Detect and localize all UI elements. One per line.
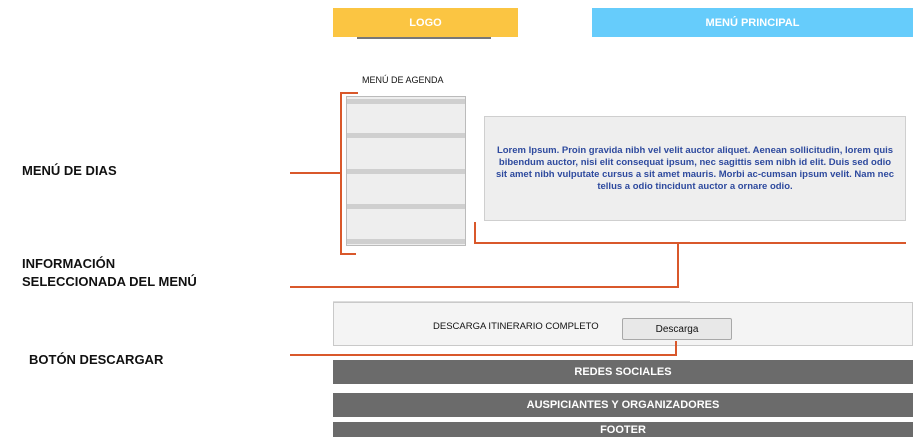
agenda-menu-title: MENÚ DE AGENDA <box>362 75 444 85</box>
callout-line-selected-info <box>290 286 679 288</box>
callout-bracket-bottom <box>340 253 356 255</box>
callout-line-days-menu <box>290 172 340 174</box>
download-button[interactable]: Descarga <box>622 318 732 340</box>
main-menu-bar[interactable]: MENÚ PRINCIPAL <box>592 8 913 37</box>
annotation-days-menu: MENÚ DE DIAS <box>22 163 117 178</box>
info-panel-text: Lorem Ipsum. Proin gravida nibh vel veli… <box>495 144 895 192</box>
selected-info-panel: Lorem Ipsum. Proin gravida nibh vel veli… <box>484 116 906 221</box>
download-label: DESCARGA ITINERARIO COMPLETO <box>433 321 599 332</box>
callout-line-download <box>290 354 677 356</box>
callout-connector-selected-info <box>677 242 679 288</box>
annotation-download-button: BOTÓN DESCARGAR <box>29 352 164 367</box>
callout-bracket-days-menu <box>340 92 342 254</box>
callout-connector-download <box>675 341 677 356</box>
callout-bracket-info-left <box>474 222 476 244</box>
agenda-menu[interactable] <box>346 96 466 246</box>
annotation-selected-info-line1: INFORMACIÓN <box>22 256 116 271</box>
agenda-menu-item-divider <box>347 133 465 138</box>
annotation-selected-info-line2: SELECCIONADA DEL MENÚ <box>22 274 197 289</box>
sponsors-bar[interactable]: AUSPICIANTES Y ORGANIZADORES <box>333 393 913 417</box>
annotation-selected-info: INFORMACIÓN SELECCIONADA DEL MENÚ <box>22 255 197 291</box>
social-bar[interactable]: REDES SOCIALES <box>333 360 913 384</box>
agenda-menu-item-divider <box>347 204 465 209</box>
agenda-menu-item-divider <box>347 239 465 244</box>
callout-bracket-top <box>340 92 358 94</box>
agenda-menu-item-divider <box>347 169 465 174</box>
agenda-menu-item-divider <box>347 99 465 104</box>
footer-bar: FOOTER <box>333 422 913 437</box>
logo-block[interactable]: LOGO <box>333 8 518 37</box>
logo-underline <box>357 37 491 39</box>
callout-bracket-info-bottom <box>475 242 906 244</box>
